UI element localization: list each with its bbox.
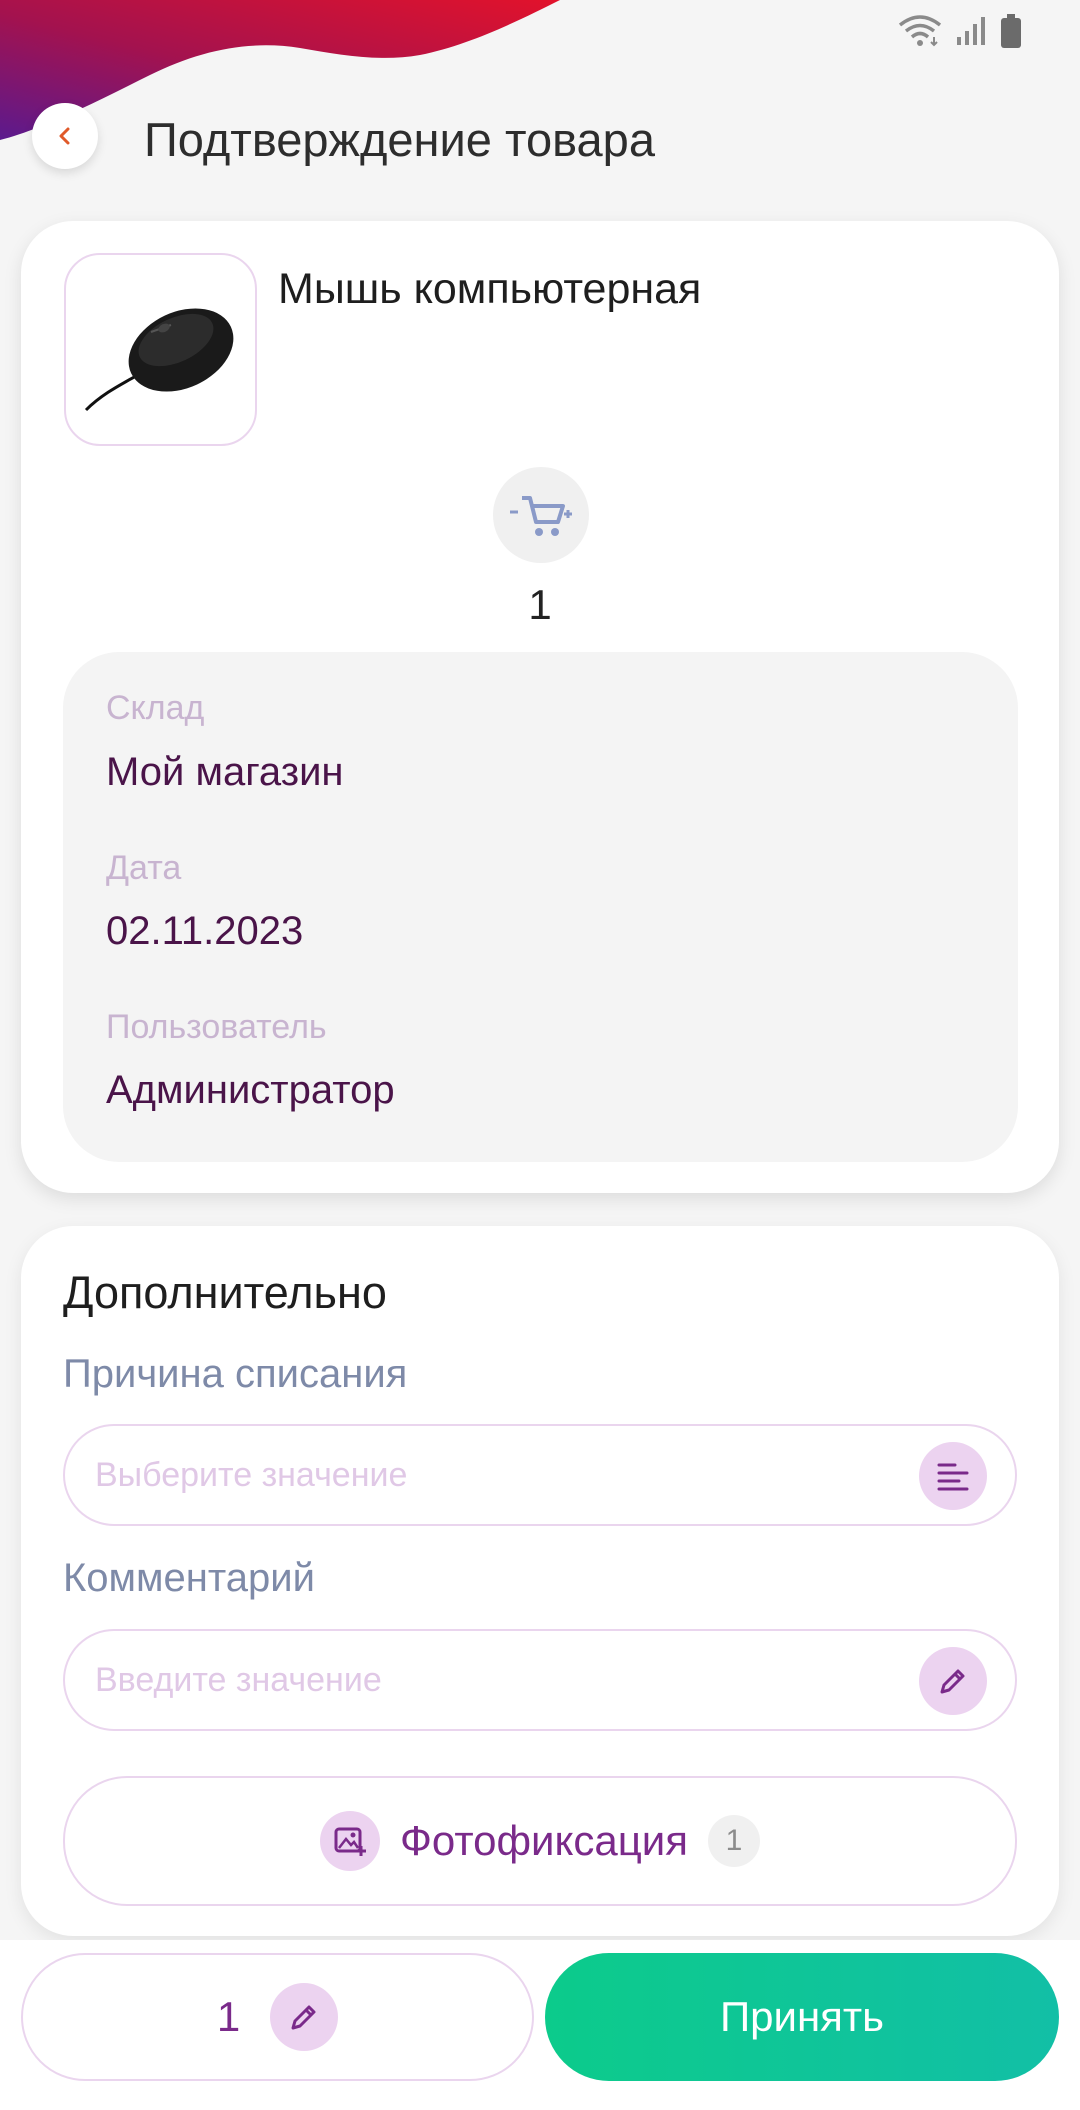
wifi-icon <box>898 15 942 47</box>
battery-icon <box>1001 14 1021 48</box>
warehouse-label: Склад <box>106 689 205 727</box>
comment-input[interactable] <box>95 1631 875 1729</box>
photo-capture-label: Фотофиксация <box>400 1817 688 1864</box>
photo-capture-button[interactable]: Фотофиксация 1 <box>63 1776 1017 1906</box>
user-value: Администратор <box>106 1068 395 1112</box>
quantity-edit-button[interactable]: 1 <box>21 1953 534 2081</box>
user-label: Пользователь <box>106 1008 327 1046</box>
warehouse-value: Мой магазин <box>106 750 344 794</box>
date-label: Дата <box>106 849 182 887</box>
accept-button[interactable]: Принять <box>545 1953 1059 2081</box>
cart-plus-minus-icon <box>510 496 572 536</box>
quantity-value: 1 <box>216 1993 241 2040</box>
pencil-icon <box>270 1983 339 2051</box>
comment-field[interactable] <box>63 1629 1017 1731</box>
list-lines-icon <box>937 1463 969 1491</box>
additional-card: Дополнительно Причина списания Комментар… <box>21 1226 1059 1936</box>
reason-label: Причина списания <box>63 1352 408 1396</box>
screen: Подтверждение товара Мышь компьютерная 1 <box>0 0 1080 2110</box>
photo-count-badge: 1 <box>707 1815 760 1867</box>
product-card: Мышь компьютерная 1 Склад Мой магазин Да… <box>21 221 1059 1193</box>
signal-icon <box>957 17 985 45</box>
product-name: Мышь компьютерная <box>278 265 702 313</box>
reason-select[interactable] <box>63 1424 1017 1526</box>
back-button[interactable] <box>32 103 98 169</box>
cart-quantity-button[interactable] <box>493 467 589 563</box>
chevron-left-icon <box>59 127 70 145</box>
add-photo-icon <box>320 1811 380 1871</box>
pencil-icon <box>940 1669 965 1694</box>
info-panel: Склад Мой магазин Дата 02.11.2023 Пользо… <box>63 652 1018 1162</box>
product-quantity: 1 <box>528 581 552 628</box>
comment-label: Комментарий <box>63 1556 315 1600</box>
status-bar <box>898 14 1022 48</box>
reason-list-button[interactable] <box>919 1442 987 1510</box>
reason-input[interactable] <box>95 1426 875 1524</box>
bottom-action-bar: 1 Принять <box>0 1940 1080 2110</box>
section-title: Дополнительно <box>63 1267 387 1318</box>
date-value: 02.11.2023 <box>106 909 304 953</box>
comment-edit-button[interactable] <box>919 1647 987 1715</box>
computer-mouse-image <box>84 307 233 411</box>
product-image[interactable] <box>64 253 257 446</box>
page-title: Подтверждение товара <box>144 113 655 166</box>
